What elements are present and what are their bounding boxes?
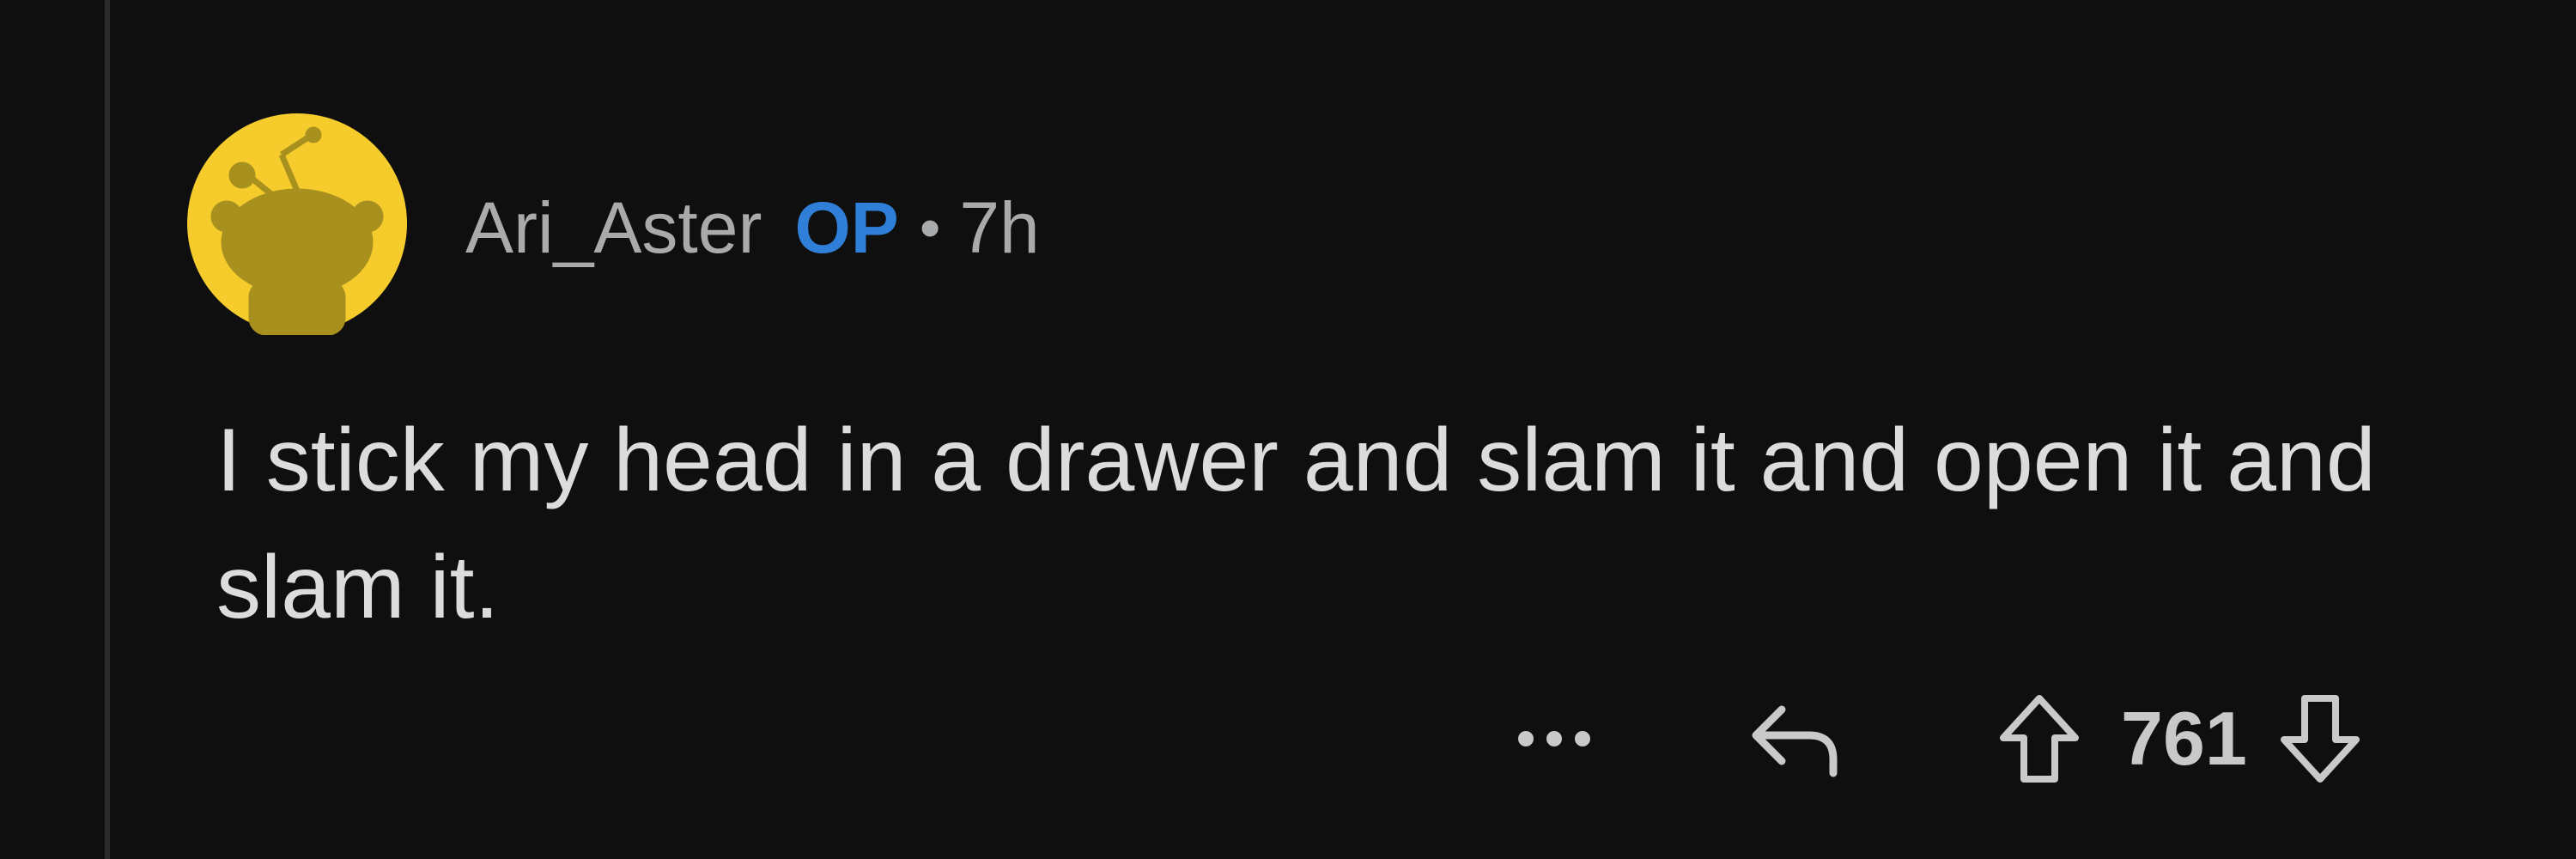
more-options-button[interactable]	[1494, 687, 1614, 790]
upvote-arrow-icon	[2000, 695, 2079, 783]
reply-button[interactable]	[1743, 687, 1846, 790]
snoo-avatar-icon	[187, 113, 407, 335]
reply-arrow-icon	[1752, 705, 1838, 777]
meta-separator: •	[919, 194, 941, 261]
downvote-arrow-icon	[2280, 695, 2360, 783]
ellipsis-icon	[1518, 731, 1590, 746]
vote-score: 761	[2121, 696, 2247, 781]
thread-line[interactable]	[105, 0, 110, 859]
vote-controls: 761	[1992, 687, 2367, 790]
downvote-button[interactable]	[2273, 687, 2367, 790]
comment-meta: Ari_Aster OP • 7h	[465, 176, 1040, 279]
op-badge: OP	[794, 186, 899, 268]
comment-body: I stick my head in a drawer and slam it …	[216, 411, 2376, 637]
comment-age: 7h	[959, 186, 1040, 268]
comment-action-bar: 761	[1494, 687, 2367, 790]
upvote-button[interactable]	[1992, 687, 2087, 790]
username-link[interactable]: Ari_Aster	[465, 186, 762, 270]
avatar[interactable]	[185, 112, 409, 335]
